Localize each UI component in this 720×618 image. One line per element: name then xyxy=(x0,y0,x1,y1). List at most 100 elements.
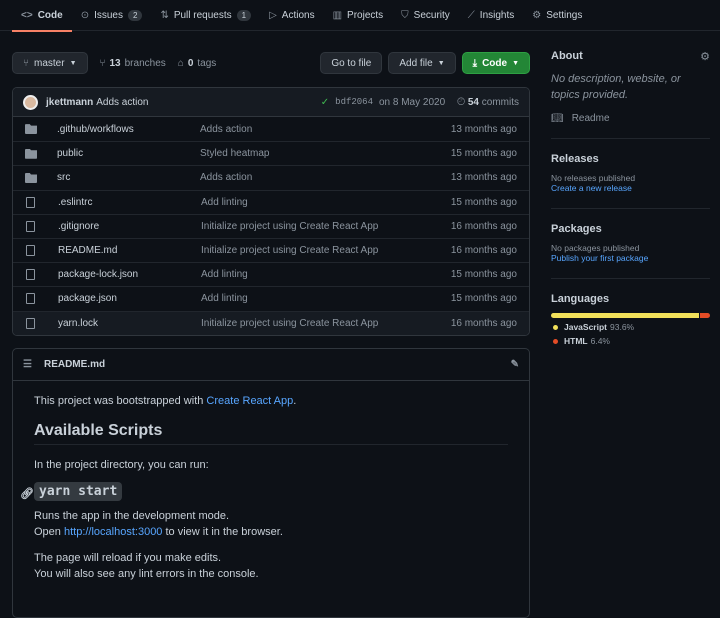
file-icon xyxy=(26,245,35,257)
file-age: 13 months ago xyxy=(450,172,517,184)
code-button[interactable]: ⤓ Code ▼ xyxy=(461,52,530,74)
commit-message[interactable]: Adds action xyxy=(96,97,148,108)
list-icon[interactable]: ☰ xyxy=(23,359,32,370)
about-title: About xyxy=(551,50,583,62)
file-commit-message[interactable]: Styled heatmap xyxy=(200,148,451,159)
file-name[interactable]: src xyxy=(57,172,200,183)
folder-icon xyxy=(25,124,37,135)
language-dot xyxy=(553,324,558,330)
file-name[interactable]: .github/workflows xyxy=(57,124,200,135)
file-commit-message[interactable]: Adds action xyxy=(200,124,451,135)
file-name[interactable]: .gitignore xyxy=(58,221,201,232)
language-item[interactable]: JavaScript 93.6% xyxy=(553,322,710,332)
tab-actions[interactable]: ▷ Actions xyxy=(260,0,324,31)
file-commit-message[interactable]: Add linting xyxy=(201,269,451,280)
commits-link[interactable]: 🕘︎ 54 commits xyxy=(457,97,519,108)
file-commit-message[interactable]: Initialize project using Create React Ap… xyxy=(201,221,451,232)
gear-icon[interactable]: ⚙ xyxy=(700,50,710,63)
releases-title: Releases xyxy=(551,153,599,165)
file-name[interactable]: README.md xyxy=(58,245,201,256)
readme-text: The page will reload if you make edits. Y… xyxy=(34,552,259,580)
file-row[interactable]: package.json Add linting 15 months ago xyxy=(13,286,529,310)
tab-icon: ⟋ xyxy=(467,9,475,21)
tab-icon: ▷ xyxy=(269,9,277,21)
file-name[interactable]: package.json xyxy=(58,293,201,304)
language-bar-segment xyxy=(699,313,710,318)
file-row[interactable]: public Styled heatmap 15 months ago xyxy=(13,141,529,165)
about-description: No description, website, or topics provi… xyxy=(551,73,681,101)
readme-intro: This project was bootstrapped with Creat… xyxy=(34,395,297,407)
file-age: 15 months ago xyxy=(450,196,517,208)
caret-down-icon: ▼ xyxy=(437,59,445,67)
create-release-link[interactable]: Create a new release xyxy=(551,183,632,193)
tab-security[interactable]: ⛉ Security xyxy=(392,0,459,31)
tab-settings[interactable]: ⚙ Settings xyxy=(523,0,591,31)
file-name[interactable]: .eslintrc xyxy=(58,197,201,208)
file-name[interactable]: yarn.lock xyxy=(58,318,201,329)
localhost-link[interactable]: http://localhost:3000 xyxy=(64,526,162,538)
link-icon[interactable]: 🔗︎ xyxy=(20,486,34,502)
file-name[interactable]: public xyxy=(57,148,200,159)
download-icon: ⤓ xyxy=(472,57,478,69)
commit-sha[interactable]: bdf2064 xyxy=(335,97,373,107)
file-row[interactable]: package-lock.json Add linting 15 months ag… xyxy=(13,262,529,286)
readme-box: ☰ README.md ✎ This project was bootstrappe… xyxy=(12,348,530,618)
tab-issues[interactable]: ⊙ Issues 2 xyxy=(72,0,152,31)
repo-nav: <> Code ⊙ Issues 2 ⇅ Pull requests 1 ▷ Actions ▥ Pr… xyxy=(0,0,720,32)
language-item[interactable]: HTML 6.4% xyxy=(553,336,710,346)
book-icon: 📖︎ xyxy=(551,113,564,124)
commit-author[interactable]: jkettmann xyxy=(46,97,93,108)
count-badge: 1 xyxy=(236,9,252,21)
file-age: 15 months ago xyxy=(450,269,517,281)
languages-title: Languages xyxy=(551,293,610,305)
tab-insights[interactable]: ⟋ Insights xyxy=(459,0,523,31)
branch-select[interactable]: ⑂ master ▼ xyxy=(12,52,88,74)
branch-icon: ⑂ xyxy=(99,57,106,69)
pencil-icon[interactable]: ✎ xyxy=(511,359,519,370)
tab-pull-requests[interactable]: ⇅ Pull requests 1 xyxy=(151,0,260,31)
file-row[interactable]: README.md Initialize project using Create… xyxy=(13,237,529,262)
file-age: 15 months ago xyxy=(450,293,517,305)
readme-link[interactable]: 📖︎ Readme xyxy=(551,113,710,124)
file-row[interactable]: .eslintrc Add linting 15 months ago xyxy=(13,189,529,214)
branches-link[interactable]: ⑂ 13 branches xyxy=(100,58,166,69)
tags-link[interactable]: ⌂ 0 tags xyxy=(178,58,217,69)
file-list: jkettmann Adds action ✓ bdf2064 on 8 May… xyxy=(12,87,530,336)
tab-icon: ⇅ xyxy=(160,9,169,21)
file-age: 16 months ago xyxy=(450,245,517,257)
tab-projects[interactable]: ▥ Projects xyxy=(324,0,393,31)
check-icon: ✓ xyxy=(320,96,330,108)
file-icon xyxy=(26,196,35,208)
file-icon xyxy=(26,317,35,329)
avatar[interactable] xyxy=(23,94,38,110)
language-bar-segment xyxy=(551,313,699,318)
language-dot xyxy=(553,338,558,344)
file-age: 16 months ago xyxy=(450,317,517,329)
file-commit-message[interactable]: Add linting xyxy=(201,197,451,208)
publish-package-link[interactable]: Publish your first package xyxy=(551,253,648,263)
file-commit-message[interactable]: Initialize project using Create React Ap… xyxy=(201,318,451,329)
history-icon: 🕘︎ xyxy=(457,96,466,108)
file-row[interactable]: .gitignore Initialize project using Creat… xyxy=(13,213,529,238)
packages-title: Packages xyxy=(551,223,602,235)
file-commit-message[interactable]: Adds action xyxy=(200,172,451,183)
file-name[interactable]: package-lock.json xyxy=(58,269,201,280)
file-age: 15 months ago xyxy=(450,148,517,160)
file-commit-message[interactable]: Initialize project using Create React Ap… xyxy=(201,245,451,256)
folder-icon xyxy=(25,172,37,183)
readme-text: Runs the app in the development mode. Ope… xyxy=(34,510,283,538)
language-bar xyxy=(551,313,710,318)
file-row[interactable]: src Adds action 13 months ago xyxy=(13,165,529,189)
add-file-button[interactable]: Add file ▼ xyxy=(388,52,456,74)
file-age: 13 months ago xyxy=(450,123,517,135)
sidebar: About ⚙ No description, website, or topic… xyxy=(551,50,710,346)
create-react-app-link[interactable]: Create React App xyxy=(206,395,293,407)
file-row[interactable]: yarn.lock Initialize project using Create… xyxy=(13,310,529,335)
tab-code[interactable]: <> Code xyxy=(12,0,72,32)
readme-text: In the project directory, you can run: xyxy=(34,459,209,471)
file-row[interactable]: .github/workflows Adds action 13 months ag… xyxy=(13,117,529,141)
file-commit-message[interactable]: Add linting xyxy=(201,293,451,304)
go-to-file-button[interactable]: Go to file xyxy=(320,52,383,74)
caret-down-icon: ▼ xyxy=(512,59,519,67)
file-icon xyxy=(26,269,35,281)
